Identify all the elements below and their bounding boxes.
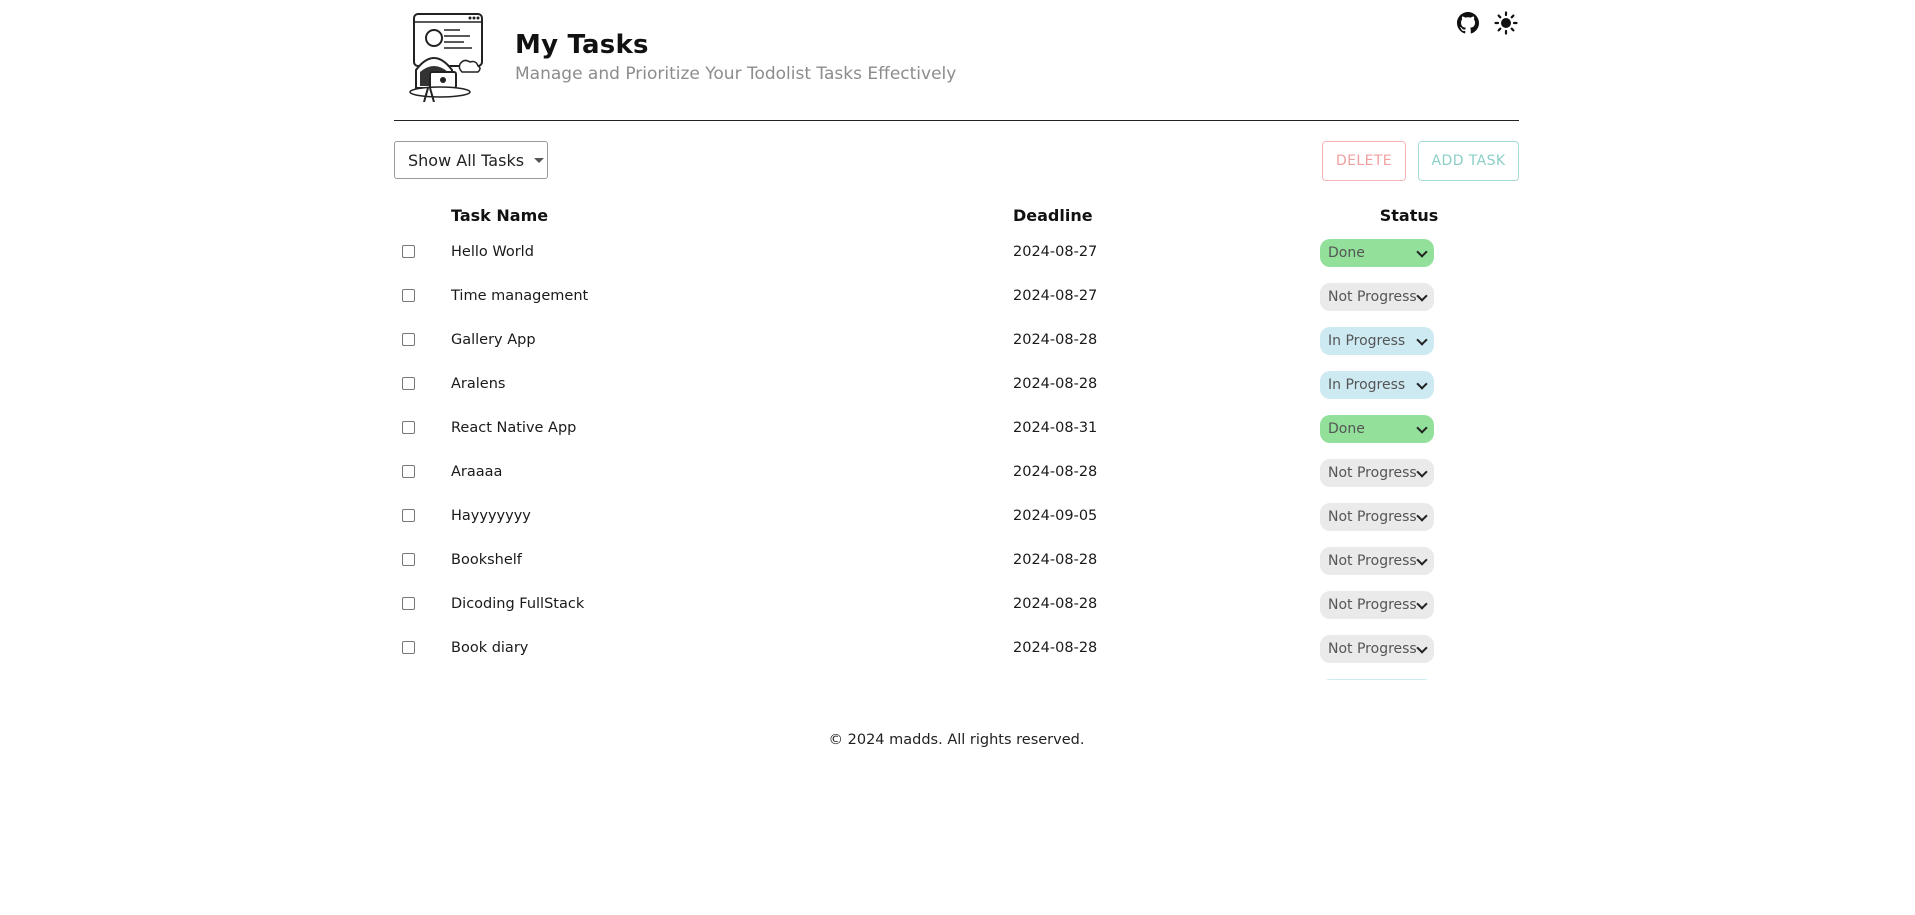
row-checkbox[interactable] bbox=[402, 509, 415, 522]
status-select[interactable]: In Progress bbox=[1320, 371, 1434, 399]
chevron-down-icon bbox=[1416, 554, 1428, 566]
caret-down-icon bbox=[534, 157, 545, 163]
status-select-value: Not Progress bbox=[1328, 553, 1417, 569]
github-icon[interactable] bbox=[1455, 10, 1481, 36]
task-name: Bookshelf bbox=[451, 552, 522, 568]
table-row: Bookshelf 2024-08-28 Not Progress bbox=[394, 539, 1519, 583]
task-deadline: 2024-08-28 bbox=[1013, 596, 1098, 612]
task-deadline: 2024-08-28 bbox=[1013, 552, 1098, 568]
chevron-down-icon bbox=[1416, 378, 1428, 390]
table-row: Book diary 2024-08-28 Not Progress bbox=[394, 627, 1519, 671]
row-checkbox[interactable] bbox=[402, 377, 415, 390]
status-select-value: Not Progress bbox=[1328, 289, 1417, 305]
task-name: Hello World bbox=[451, 244, 534, 260]
sun-icon[interactable] bbox=[1493, 10, 1519, 36]
status-select-value: Not Progress bbox=[1328, 465, 1417, 481]
status-select[interactable]: Not Progress bbox=[1320, 635, 1434, 663]
column-header-task-name: Task Name bbox=[451, 206, 549, 225]
status-select-value: Not Progress bbox=[1328, 641, 1417, 657]
task-name: Dicoding FullStack bbox=[451, 596, 585, 612]
table-row: Araaaa 2024-08-28 Not Progress bbox=[394, 451, 1519, 495]
table-row-partial bbox=[394, 671, 1519, 680]
task-deadline: 2024-08-28 bbox=[1013, 640, 1098, 656]
delete-button[interactable]: DELETE bbox=[1322, 141, 1406, 181]
task-name: Hayyyyyyy bbox=[451, 508, 531, 524]
row-checkbox[interactable] bbox=[402, 289, 415, 302]
status-select[interactable]: Done bbox=[1320, 239, 1434, 267]
chevron-down-icon bbox=[1416, 422, 1428, 434]
task-illustration-logo bbox=[400, 12, 486, 103]
task-filter-select[interactable]: Show All Tasks bbox=[394, 141, 548, 179]
add-task-button[interactable]: ADD TASK bbox=[1418, 141, 1519, 181]
task-name: Aralens bbox=[451, 376, 506, 392]
task-deadline: 2024-08-28 bbox=[1013, 464, 1098, 480]
status-select[interactable]: Not Progress bbox=[1320, 547, 1434, 575]
chevron-down-icon bbox=[1416, 334, 1428, 346]
table-header: Task Name Deadline Status bbox=[394, 200, 1519, 232]
task-deadline: 2024-09-05 bbox=[1013, 508, 1098, 524]
page-container: My Tasks Manage and Prioritize Your Todo… bbox=[394, 0, 1519, 915]
task-deadline: 2024-08-27 bbox=[1013, 244, 1098, 260]
status-select[interactable]: Not Progress bbox=[1320, 459, 1434, 487]
chevron-down-icon bbox=[1416, 510, 1428, 522]
chevron-down-icon bbox=[1416, 290, 1428, 302]
status-select-value: Done bbox=[1328, 421, 1365, 437]
table-row: Hello World 2024-08-27 Done bbox=[394, 231, 1519, 275]
task-deadline: 2024-08-27 bbox=[1013, 288, 1098, 304]
status-select-value: In Progress bbox=[1328, 333, 1406, 349]
task-name: Book diary bbox=[451, 640, 529, 656]
chevron-down-icon bbox=[1416, 598, 1428, 610]
row-checkbox[interactable] bbox=[402, 333, 415, 346]
table-row: Aralens 2024-08-28 In Progress bbox=[394, 363, 1519, 407]
status-select-value: In Progress bbox=[1328, 377, 1406, 393]
task-deadline: 2024-08-28 bbox=[1013, 332, 1098, 348]
table-row: Gallery App 2024-08-28 In Progress bbox=[394, 319, 1519, 363]
task-table: Task Name Deadline Status Hello World 202… bbox=[394, 200, 1519, 680]
page-subtitle: Manage and Prioritize Your Todolist Task… bbox=[515, 64, 957, 84]
status-select[interactable] bbox=[1320, 679, 1434, 680]
row-checkbox[interactable] bbox=[402, 465, 415, 478]
column-header-deadline: Deadline bbox=[1013, 206, 1093, 225]
page-header: My Tasks Manage and Prioritize Your Todo… bbox=[394, 0, 1519, 121]
table-row: Dicoding FullStack 2024-08-28 Not Progress bbox=[394, 583, 1519, 627]
task-name: Gallery App bbox=[451, 332, 536, 348]
column-header-status: Status bbox=[1379, 206, 1439, 225]
row-checkbox[interactable] bbox=[402, 421, 415, 434]
status-select-value: Done bbox=[1328, 245, 1365, 261]
table-row: Time management 2024-08-27 Not Progress bbox=[394, 275, 1519, 319]
page-title: My Tasks bbox=[515, 30, 649, 60]
footer-copyright: © 2024 madds. All rights reserved. bbox=[828, 732, 1085, 748]
task-name: Araaaa bbox=[451, 464, 503, 480]
status-select-value: Not Progress bbox=[1328, 509, 1417, 525]
row-checkbox[interactable] bbox=[402, 641, 415, 654]
chevron-down-icon bbox=[1416, 246, 1428, 258]
status-select[interactable]: Not Progress bbox=[1320, 591, 1434, 619]
status-select[interactable]: In Progress bbox=[1320, 327, 1434, 355]
task-deadline: 2024-08-28 bbox=[1013, 376, 1098, 392]
table-row: React Native App 2024-08-31 Done bbox=[394, 407, 1519, 451]
status-select-value: Not Progress bbox=[1328, 597, 1417, 613]
status-select[interactable]: Done bbox=[1320, 415, 1434, 443]
status-select[interactable]: Not Progress bbox=[1320, 503, 1434, 531]
row-checkbox[interactable] bbox=[402, 597, 415, 610]
task-name: React Native App bbox=[451, 420, 577, 436]
row-checkbox[interactable] bbox=[402, 553, 415, 566]
task-filter-value: Show All Tasks bbox=[408, 150, 525, 170]
header-actions bbox=[1455, 10, 1519, 36]
task-name: Time management bbox=[451, 288, 589, 304]
chevron-down-icon bbox=[1416, 642, 1428, 654]
chevron-down-icon bbox=[1416, 466, 1428, 478]
row-checkbox[interactable] bbox=[402, 245, 415, 258]
task-deadline: 2024-08-31 bbox=[1013, 420, 1098, 436]
table-row: Hayyyyyyy 2024-09-05 Not Progress bbox=[394, 495, 1519, 539]
status-select[interactable]: Not Progress bbox=[1320, 283, 1434, 311]
